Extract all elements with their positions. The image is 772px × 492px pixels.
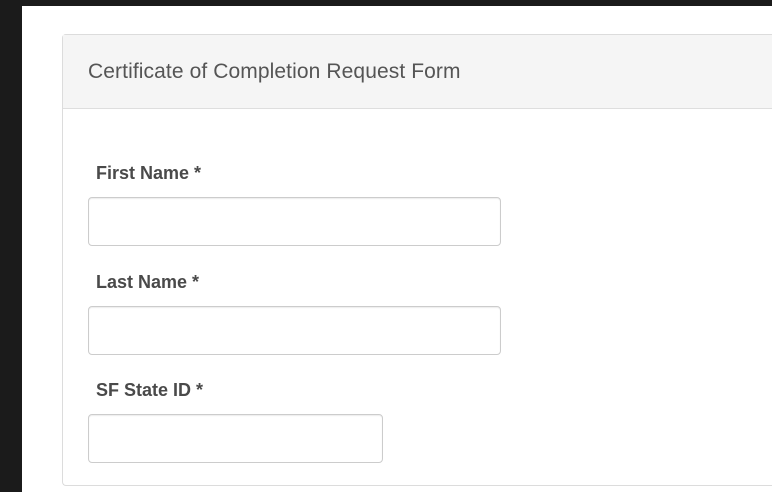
sf-state-id-input[interactable] [88,414,383,463]
form-panel: Certificate of Completion Request Form F… [62,34,772,486]
first-name-input[interactable] [88,197,501,246]
first-name-label: First Name * [96,163,202,183]
last-name-input[interactable] [88,306,501,355]
form-title: Certificate of Completion Request Form [88,59,461,83]
page: Certificate of Completion Request Form F… [22,6,772,492]
panel-header: Certificate of Completion Request Form [63,35,772,109]
sf-state-id-label: SF State ID * [96,380,204,400]
last-name-label: Last Name * [96,272,200,292]
